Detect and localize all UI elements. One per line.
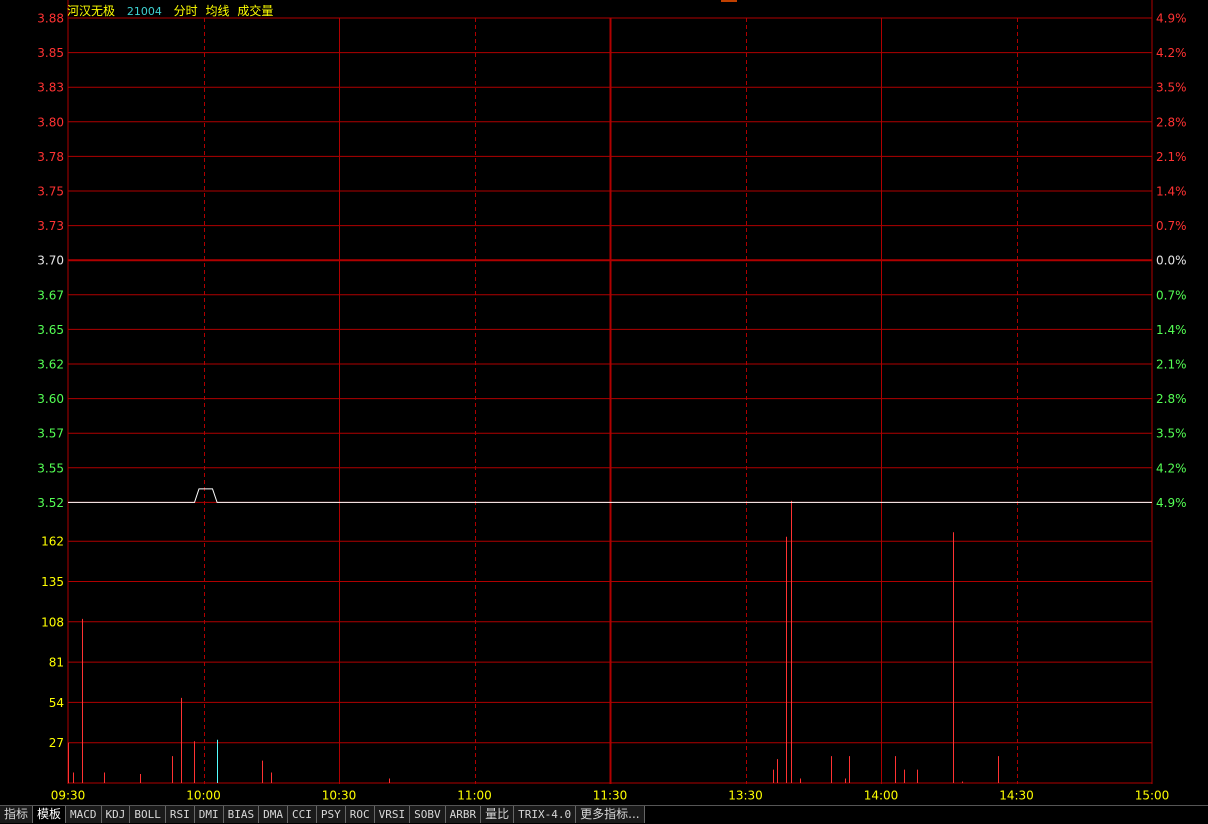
indicator-tab[interactable]: PSY <box>316 806 346 823</box>
pct-tick-label: 4.9% <box>1156 496 1187 510</box>
pct-tick-label: 4.2% <box>1156 461 1187 475</box>
pct-tick-label: 0.7% <box>1156 288 1187 302</box>
volume-tick-label: 27 <box>49 736 64 750</box>
intraday-chart[interactable]: 3.88 4.9% 3.85 4.2% 3.83 3.5% 3.80 2.8% 3.78 2.1%… <box>0 0 1208 823</box>
indicator-tab[interactable]: ROC <box>345 806 375 823</box>
indicator-tab[interactable]: DMA <box>259 806 289 823</box>
price-tick-label: 3.88 <box>37 12 64 26</box>
pct-tick-label: 0.7% <box>1156 219 1187 233</box>
price-tick-label: 3.55 <box>37 461 64 475</box>
indicator-tab[interactable]: MACD <box>66 806 102 823</box>
volume-tick-label: 108 <box>41 615 64 629</box>
indicator-tab[interactable]: 模板 <box>33 806 67 823</box>
price-tick-label: 3.67 <box>37 288 64 302</box>
pct-tick-label: 1.4% <box>1156 323 1187 337</box>
price-tick-label: 3.83 <box>37 81 64 95</box>
price-tick-label: 3.60 <box>37 392 64 406</box>
indicator-tab[interactable]: SOBV <box>410 806 446 823</box>
time-axis-label: 10:30 <box>322 789 357 803</box>
indicator-tab[interactable]: BIAS <box>223 806 260 823</box>
time-axis-label: 14:00 <box>864 789 899 803</box>
volume-tick-label: 162 <box>41 535 64 549</box>
volume-tick-label: 54 <box>49 696 64 710</box>
indicator-tab[interactable]: RSI <box>165 806 195 823</box>
indicator-tab[interactable]: TRIX-4.0 <box>514 806 577 823</box>
indicator-tab[interactable]: DMI <box>194 806 224 823</box>
price-tick-label: 3.75 <box>37 185 64 199</box>
stock-name: 河汉无极 <box>67 4 116 18</box>
pct-tick-label: 2.1% <box>1156 150 1187 164</box>
pct-tick-label: 2.1% <box>1156 358 1187 372</box>
label-volume: 成交量 <box>237 4 274 18</box>
pct-tick-label: 1.4% <box>1156 185 1187 199</box>
pct-tick-label: 2.8% <box>1156 115 1187 129</box>
price-tick-label: 3.80 <box>37 115 64 129</box>
pct-tick-label: 4.9% <box>1156 12 1187 26</box>
indicator-tab[interactable]: 量比 <box>481 806 515 823</box>
pct-tick-label: 2.8% <box>1156 392 1187 406</box>
pct-tick-label: 4.2% <box>1156 46 1187 60</box>
volume-tick-label: 135 <box>41 575 64 589</box>
pct-tick-label: 3.5% <box>1156 427 1187 441</box>
price-tick-label: 3.65 <box>37 323 64 337</box>
time-axis-label: 14:30 <box>999 789 1034 803</box>
price-tick-label: 3.73 <box>37 219 64 233</box>
time-axis-label: 15:00 <box>1135 789 1170 803</box>
price-tick-label: 3.57 <box>37 427 64 441</box>
time-axis-label: 11:30 <box>593 789 628 803</box>
price-tick-label: 3.78 <box>37 150 64 164</box>
price-tick-label: 3.85 <box>37 46 64 60</box>
label-avg-line: 均线 <box>205 4 230 18</box>
price-tick-label: 3.52 <box>37 496 64 510</box>
price-tick-label: 3.62 <box>37 358 64 372</box>
indicator-tab[interactable]: 更多指标... <box>576 806 645 823</box>
window-top-marker <box>721 0 737 2</box>
chart-header: 河汉无极 21004 分时 均线 成交量 <box>67 3 277 19</box>
indicator-tab[interactable]: CCI <box>288 806 317 823</box>
pct-tick-label: 3.5% <box>1156 81 1187 95</box>
indicator-tab[interactable]: VRSI <box>374 806 411 823</box>
indicator-tab[interactable]: ARBR <box>445 806 482 823</box>
time-axis-label: 13:30 <box>728 789 763 803</box>
pct-tick-label: 0.0% <box>1156 254 1187 268</box>
price-tick-label: 3.70 <box>37 254 64 268</box>
indicator-tab-bar: 指标 模板 MACD KDJ BOLL RSI DMI BIAS DMA CCI PSY ROC VRS… <box>0 805 1208 824</box>
time-axis-label: 09:30 <box>51 789 86 803</box>
indicator-tab[interactable]: 指标 <box>0 806 34 823</box>
indicator-tab[interactable]: BOLL <box>130 806 166 823</box>
time-axis-label: 10:00 <box>186 789 221 803</box>
volume-tick-label: 81 <box>49 656 64 670</box>
indicator-tab[interactable]: KDJ <box>101 806 131 823</box>
label-intraday: 分时 <box>173 4 198 18</box>
stock-code: 21004 <box>126 5 162 18</box>
time-axis-label: 11:00 <box>457 789 492 803</box>
